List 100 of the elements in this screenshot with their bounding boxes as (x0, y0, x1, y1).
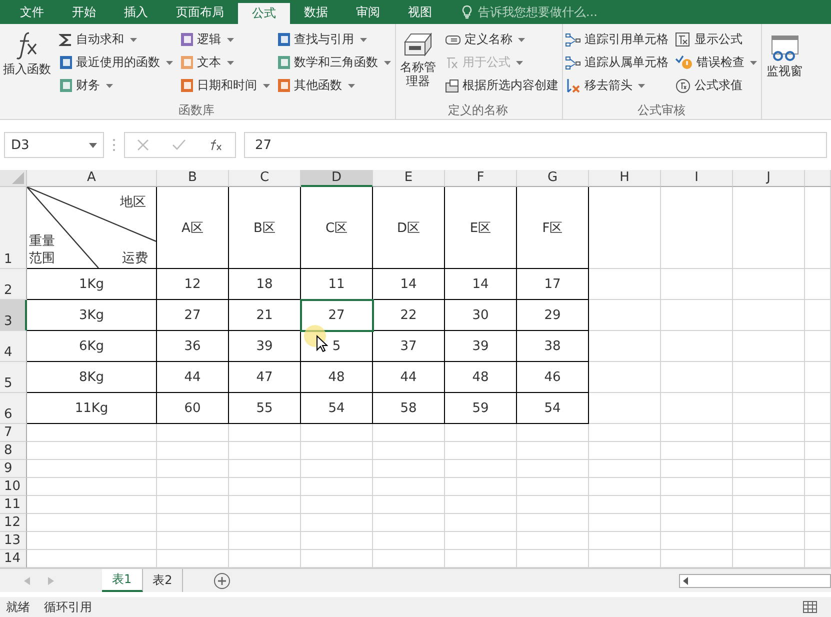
ribbon-tab[interactable]: 公式 (238, 3, 290, 24)
table-cell: 27 (157, 300, 229, 331)
ribbon-command[interactable]: 显示公式 (674, 28, 758, 51)
cell-text: 重量范围 (29, 233, 56, 267)
column-header[interactable] (805, 170, 831, 187)
empty-cell (589, 424, 661, 442)
ribbon-tab[interactable]: 数据 (290, 0, 342, 24)
ribbon-command[interactable]: 定义名称 (444, 28, 560, 51)
row-header[interactable]: 2 (0, 269, 27, 300)
column-header[interactable]: D (301, 170, 373, 187)
row-header[interactable]: 1 (0, 187, 27, 269)
cancel-icon[interactable] (136, 139, 149, 151)
table-cell: 47 (229, 362, 301, 393)
normal-view-icon[interactable] (803, 601, 817, 613)
row-header[interactable]: 4 (0, 331, 27, 362)
ribbon-tab[interactable]: 审阅 (342, 0, 394, 24)
row-header[interactable]: 6 (0, 393, 27, 424)
ribbon-command[interactable]: 数学和三角函数 (276, 51, 392, 74)
empty-cell (805, 514, 831, 532)
empty-cell (157, 442, 229, 460)
table-cell: 48 (445, 362, 517, 393)
empty-cell (589, 514, 661, 532)
column-header[interactable]: B (157, 170, 229, 187)
empty-cell (589, 300, 661, 331)
ribbon-tab[interactable]: 页面布局 (162, 0, 238, 24)
table-cell: 44 (157, 362, 229, 393)
ribbon-command[interactable]: 逻辑 (179, 28, 271, 51)
row-header[interactable]: 5 (0, 362, 27, 393)
row-header[interactable]: 14 (0, 550, 27, 568)
ribbon-command[interactable]: 追踪引用单元格 (564, 28, 670, 51)
empty-cell (157, 460, 229, 478)
empty-cell (661, 393, 733, 424)
sheet-tab[interactable]: 表2 (142, 569, 184, 592)
empty-cell (517, 478, 589, 496)
watch-window-button[interactable]: 监视窗 (762, 32, 804, 80)
empty-cell (445, 514, 517, 532)
add-sheet-icon[interactable] (213, 572, 232, 590)
name-box[interactable]: D3 (4, 132, 104, 158)
ribbon-command[interactable]: 公式求值 (674, 74, 758, 97)
empty-cell (733, 478, 805, 496)
ribbon-command[interactable]: 移去箭头 (564, 74, 670, 97)
empty-cell (301, 424, 373, 442)
empty-cell (517, 514, 589, 532)
ribbon-command[interactable]: 追踪从属单元格 (564, 51, 670, 74)
ribbon-tab[interactable]: 文件 (6, 0, 58, 24)
caret-icon (89, 142, 97, 148)
table-cell: 48 (301, 362, 373, 393)
tell-me-field[interactable]: 告诉我您想要做什么... (462, 0, 620, 24)
ribbon-tab[interactable]: 插入 (110, 0, 162, 24)
drag-handle-icon[interactable] (112, 138, 116, 152)
column-header[interactable]: H (589, 170, 661, 187)
empty-cell (445, 424, 517, 442)
ribbon-command[interactable]: 文本 (179, 51, 271, 74)
insert-function-button[interactable]: 插入函数 (1, 28, 53, 102)
function-icon[interactable] (209, 139, 224, 151)
ribbon-command[interactable]: 查找与引用 (276, 28, 392, 51)
column-header[interactable]: A (27, 170, 157, 187)
ribbon-command[interactable]: 自动求和 (58, 28, 174, 51)
formula-field[interactable]: 27 (244, 132, 827, 158)
status-text: 就绪 (6, 598, 30, 616)
select-all-icon[interactable] (12, 172, 24, 184)
row-header[interactable]: 7 (0, 424, 27, 442)
ribbon-command[interactable]: 最近使用的函数 (58, 51, 174, 74)
ribbon-tab[interactable]: 视图 (394, 0, 446, 24)
empty-cell (445, 460, 517, 478)
row-header[interactable]: 13 (0, 532, 27, 550)
function-category-icon (277, 78, 291, 93)
sheet-tab[interactable]: 表1 (102, 569, 143, 592)
row-header[interactable]: 9 (0, 460, 27, 478)
column-header[interactable]: E (373, 170, 445, 187)
scroll-right-icon[interactable] (48, 576, 54, 584)
column-header[interactable]: C (229, 170, 301, 187)
sigma-icon (59, 32, 73, 46)
ribbon-command[interactable]: 日期和时间 (179, 74, 271, 97)
scroll-left-icon[interactable] (683, 576, 688, 584)
empty-cell (805, 442, 831, 460)
name-manager-button[interactable]: 名称管理器 (397, 28, 440, 102)
row-header[interactable]: 12 (0, 514, 27, 532)
row-header[interactable]: 3 (0, 300, 27, 331)
row-header[interactable]: 10 (0, 478, 27, 496)
warning-icon (675, 54, 694, 70)
table-cell: 22 (373, 300, 445, 331)
column-header[interactable]: F (445, 170, 517, 187)
column-header[interactable]: I (661, 170, 733, 187)
ribbon-tab[interactable]: 开始 (58, 0, 110, 24)
lightbulb-icon (462, 5, 472, 19)
evaluate-formula-icon (675, 78, 692, 94)
ribbon-command[interactable]: 错误检查 (674, 51, 758, 74)
row-header[interactable]: 8 (0, 442, 27, 460)
column-header[interactable]: J (733, 170, 805, 187)
check-icon[interactable] (172, 139, 186, 151)
ribbon-command[interactable]: 根据所选内容创建 (444, 74, 560, 97)
empty-cell (373, 442, 445, 460)
formula-icon (445, 56, 460, 70)
ribbon-command[interactable]: 财务 (58, 74, 174, 97)
horizontal-scrollbar[interactable] (679, 574, 831, 588)
ribbon-command[interactable]: 其他函数 (276, 74, 392, 97)
table-cell: 38 (517, 331, 589, 362)
row-header[interactable]: 11 (0, 496, 27, 514)
column-header[interactable]: G (517, 170, 589, 187)
